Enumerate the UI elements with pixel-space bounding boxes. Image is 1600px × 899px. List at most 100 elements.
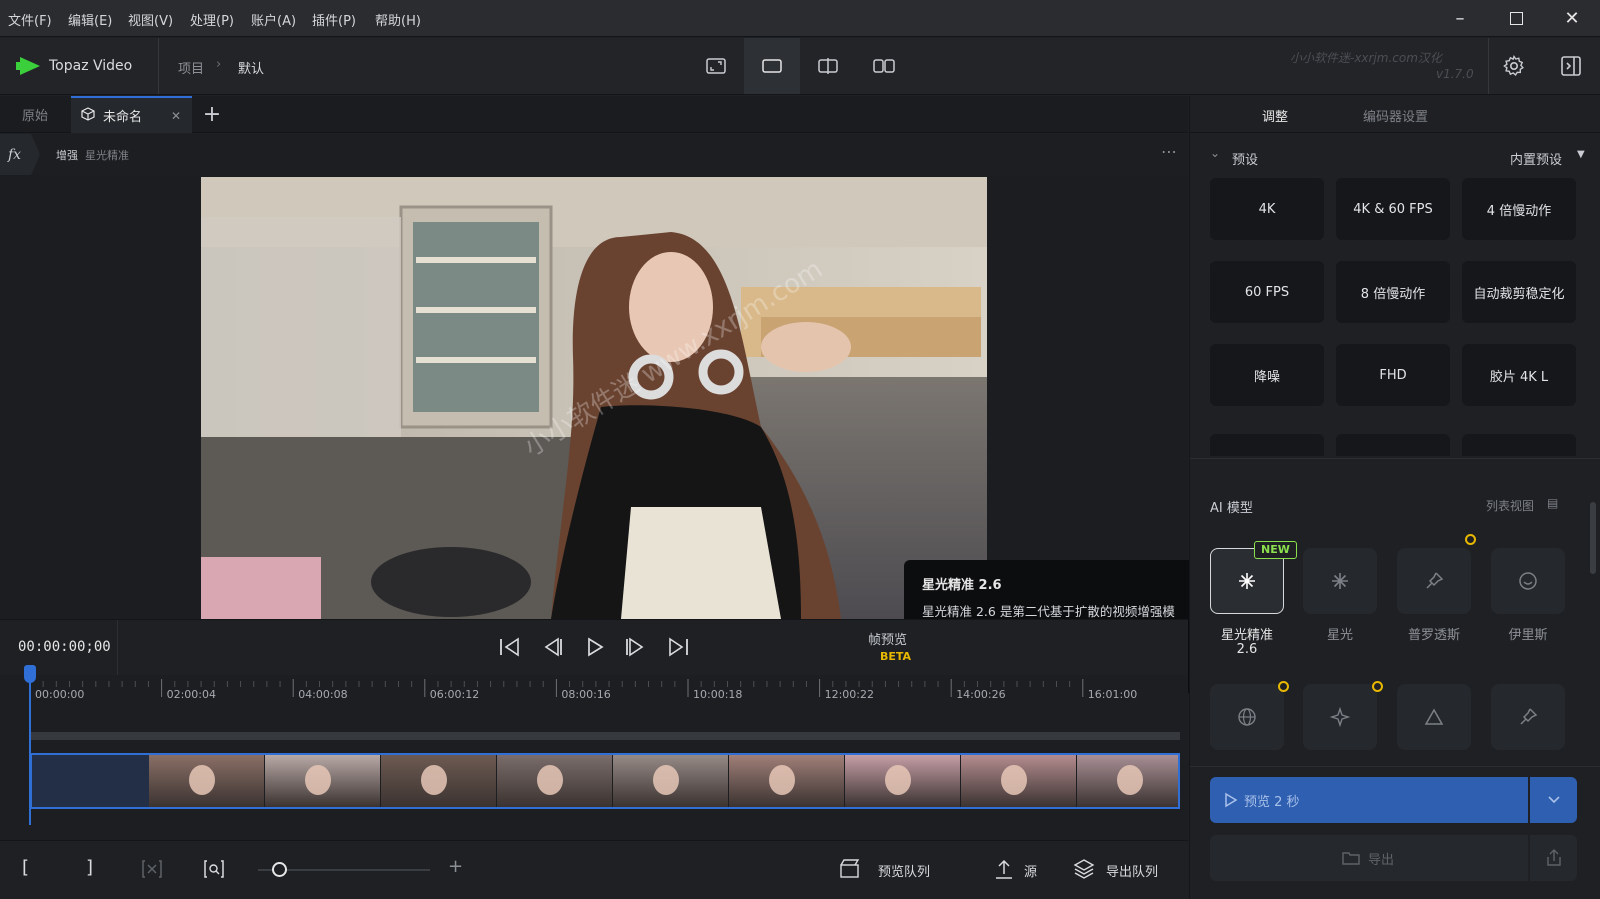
panel-scrollbar[interactable]	[1590, 502, 1596, 574]
model-status-dot	[1278, 681, 1289, 692]
timeline[interactable]: 00:00:00 02:00:04 04:00:08 06:00:12 08:00:16…	[0, 665, 1188, 840]
source-button[interactable]: 源	[1024, 861, 1037, 880]
model-triangle[interactable]	[1397, 684, 1471, 750]
tab-close-icon[interactable]: ✕	[171, 109, 181, 123]
tab-current[interactable]: 未命名 ✕	[71, 96, 192, 133]
preset-button[interactable]: 降噪	[1210, 344, 1324, 406]
view-single-icon[interactable]	[744, 38, 800, 94]
thumbnail-subject	[537, 765, 563, 795]
timeline-ruler[interactable]: 00:00:00 02:00:04 04:00:08 06:00:12 08:00:16…	[0, 675, 1188, 715]
preset-button[interactable]: 4 倍慢动作	[1462, 178, 1576, 240]
settings-gear-icon[interactable]	[1502, 54, 1526, 82]
preset-button[interactable]: 60 FPS	[1210, 261, 1324, 323]
model-proteus[interactable]	[1397, 548, 1471, 614]
menu-view[interactable]: 视图(V)	[128, 10, 173, 29]
preset-partial	[1336, 434, 1450, 456]
ruler-label: 16:01:00	[1088, 688, 1137, 701]
share-export-button[interactable]	[1530, 835, 1577, 881]
menu-process[interactable]: 处理(P)	[190, 10, 234, 29]
breadcrumb-current[interactable]: 默认	[238, 58, 264, 77]
fx-icon[interactable]: fx	[0, 134, 40, 175]
add-tab-icon[interactable]: +	[200, 96, 224, 133]
model-sub-starlight-precise: 2.6	[1236, 642, 1258, 657]
menu-file[interactable]: 文件(F)	[8, 10, 52, 29]
skip-start-icon[interactable]	[498, 636, 522, 662]
tab-adjust[interactable]: 调整	[1262, 106, 1288, 125]
tab-encoder-settings[interactable]: 编码器设置	[1363, 106, 1428, 125]
list-view-toggle[interactable]: 列表视图	[1486, 497, 1534, 514]
menu-edit[interactable]: 编辑(E)	[68, 10, 112, 29]
thumbnail-subject	[421, 765, 447, 795]
preview-queue-button[interactable]: 预览队列	[878, 861, 930, 880]
fx-label-model: 星光精准	[85, 149, 129, 162]
collapse-chevron-icon[interactable]: ⌄	[1210, 146, 1220, 160]
preview-button[interactable]: 预览 2 秒	[1210, 777, 1528, 823]
tab-original[interactable]: 原始	[0, 96, 70, 133]
zoom-in-icon[interactable]: +	[448, 856, 463, 877]
minimize-icon[interactable]: –	[1432, 0, 1488, 37]
preview-queue-icon[interactable]	[840, 859, 860, 883]
zoom-slider-handle[interactable]	[272, 862, 287, 877]
export-button[interactable]: 导出	[1210, 835, 1528, 881]
pin-icon	[1520, 708, 1538, 725]
toggle-panel-icon[interactable]	[1559, 54, 1583, 82]
model-status-dot	[1465, 534, 1476, 545]
cube-icon	[81, 106, 95, 125]
topaz-logo-icon	[16, 56, 42, 80]
folder-icon	[1342, 852, 1360, 865]
preview-options-dropdown[interactable]	[1530, 777, 1577, 823]
list-view-icon[interactable]: ▤	[1547, 496, 1558, 510]
model-label-iris: 伊里斯	[1508, 628, 1548, 643]
step-forward-icon[interactable]	[624, 636, 648, 662]
model-iris[interactable]	[1491, 548, 1565, 614]
preset-button[interactable]: 自动裁剪稳定化	[1462, 261, 1576, 323]
tab-bar: 原始 未命名 ✕ +	[0, 96, 1188, 133]
export-queue-layers-icon[interactable]	[1073, 858, 1095, 884]
preset-button[interactable]: 4K	[1210, 178, 1324, 240]
dropdown-caret-icon[interactable]: ▼	[1577, 149, 1585, 160]
close-icon[interactable]: ✕	[1544, 0, 1600, 37]
clip-strip[interactable]	[30, 753, 1180, 809]
header-divider	[158, 38, 159, 94]
model-starlight[interactable]	[1303, 548, 1377, 614]
upload-source-icon[interactable]	[994, 858, 1014, 884]
menu-plugins[interactable]: 插件(P)	[312, 10, 356, 29]
menu-account[interactable]: 账户(A)	[251, 10, 296, 29]
model-label-proteus: 普罗透斯	[1407, 628, 1460, 643]
step-back-icon[interactable]	[540, 636, 564, 662]
preset-button[interactable]: 8 倍慢动作	[1336, 261, 1450, 323]
right-panel: 调整 编码器设置 ⌄ 预设 内置预设 ▼ 4K 4K & 60 FPS 4 倍慢动作…	[1189, 96, 1600, 899]
ruler-label: 02:00:04	[167, 688, 216, 701]
menu-help[interactable]: 帮助(H)	[375, 10, 421, 29]
export-queue-button[interactable]: 导出队列	[1106, 861, 1158, 880]
video-frame[interactable]: 小小软件迷 www.xxrjm.com	[201, 177, 987, 619]
ruler-label: 04:00:08	[298, 688, 347, 701]
preset-button[interactable]: 胶片 4K L	[1462, 344, 1576, 406]
clear-marks-icon[interactable]	[142, 859, 162, 883]
mark-in-icon[interactable]: [	[22, 857, 29, 878]
view-side-by-side-icon[interactable]	[856, 38, 912, 94]
maximize-icon[interactable]	[1488, 0, 1544, 37]
star-icon	[1330, 707, 1350, 727]
thumbnail-subject	[189, 765, 215, 795]
model-globe[interactable]	[1210, 684, 1284, 750]
preset-button[interactable]: FHD	[1336, 344, 1450, 406]
zoom-fit-icon[interactable]	[204, 859, 224, 883]
mark-out-icon[interactable]: ]	[86, 857, 93, 878]
thumbnail-subject	[1001, 765, 1027, 795]
more-options-icon[interactable]: ⋯	[1161, 142, 1178, 161]
play-icon[interactable]	[584, 636, 606, 662]
view-split-icon[interactable]	[800, 38, 856, 94]
breadcrumb-project[interactable]: 项目	[178, 58, 204, 77]
model-pin[interactable]	[1491, 684, 1565, 750]
version-text: v1.7.0	[1436, 67, 1474, 81]
view-fit-icon[interactable]	[688, 38, 744, 94]
model-star[interactable]	[1303, 684, 1377, 750]
preset-button[interactable]: 4K & 60 FPS	[1336, 178, 1450, 240]
frame-preview-label[interactable]: 帧预览	[868, 629, 907, 648]
skip-end-icon[interactable]	[666, 636, 690, 662]
builtin-presets-dropdown[interactable]: 内置预设	[1510, 149, 1562, 168]
model-label-starlight: 星光	[1326, 628, 1353, 643]
app-name: Topaz Video	[49, 58, 133, 74]
playhead-handle[interactable]	[24, 665, 36, 683]
